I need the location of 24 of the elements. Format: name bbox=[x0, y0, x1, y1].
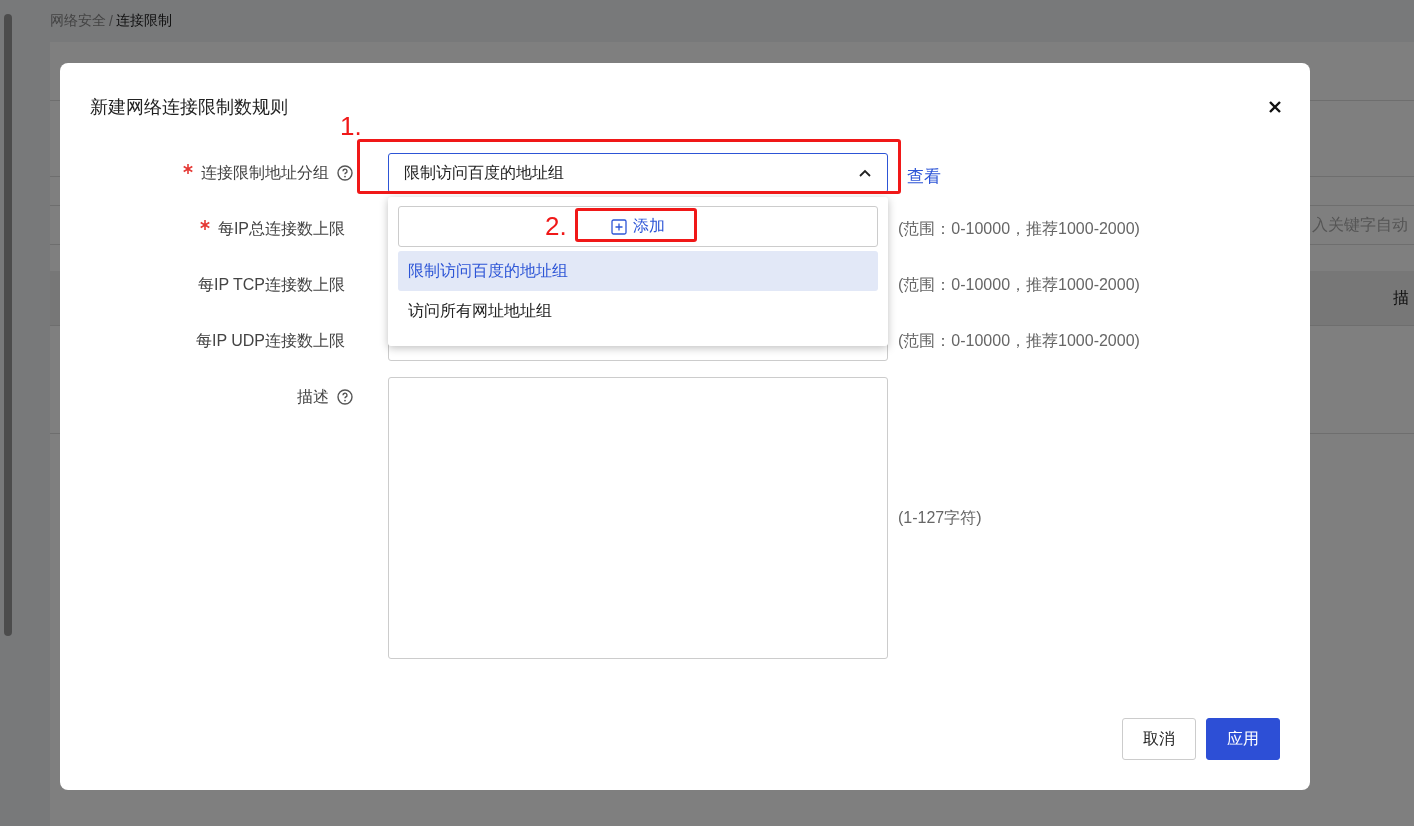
range-hint: (范围：0-10000，推荐1000-2000) bbox=[898, 218, 1141, 239]
breadcrumb-item: 连接限制 bbox=[115, 12, 172, 30]
range-hint: (范围：0-10000，推荐1000-2000) bbox=[898, 330, 1141, 351]
field-label: 连接限制地址分组 bbox=[201, 162, 329, 183]
annotation-number: 1. bbox=[340, 113, 362, 139]
range-hint: (1-127字符) bbox=[898, 507, 983, 528]
apply-button[interactable]: 应用 bbox=[1206, 718, 1280, 760]
dropdown-option[interactable]: 限制访问百度的地址组 bbox=[398, 251, 878, 291]
field-label: 每IP总连接数上限 bbox=[217, 218, 345, 239]
close-icon[interactable] bbox=[1268, 100, 1282, 114]
column-header: 描 bbox=[1393, 287, 1409, 308]
scrollbar[interactable] bbox=[4, 14, 12, 636]
chevron-icon bbox=[859, 169, 871, 177]
field-label: 每IP TCP连接数上限 bbox=[198, 274, 345, 295]
annotation-number: 2. bbox=[545, 213, 567, 239]
dialog-title: 新建网络连接限制数规则 bbox=[90, 96, 288, 119]
plus-icon bbox=[611, 218, 627, 235]
view-link[interactable]: 查看 bbox=[907, 164, 1280, 188]
field-label: 描述 bbox=[297, 386, 329, 407]
dropdown-option[interactable]: 访问所有网址地址组 bbox=[398, 291, 878, 331]
textarea-field[interactable] bbox=[388, 377, 888, 659]
field-label: 每IP UDP连接数上限 bbox=[195, 330, 345, 351]
cancel-button[interactable]: 取消 bbox=[1122, 718, 1196, 760]
range-hint: (范围：0-10000，推荐1000-2000) bbox=[898, 274, 1141, 295]
